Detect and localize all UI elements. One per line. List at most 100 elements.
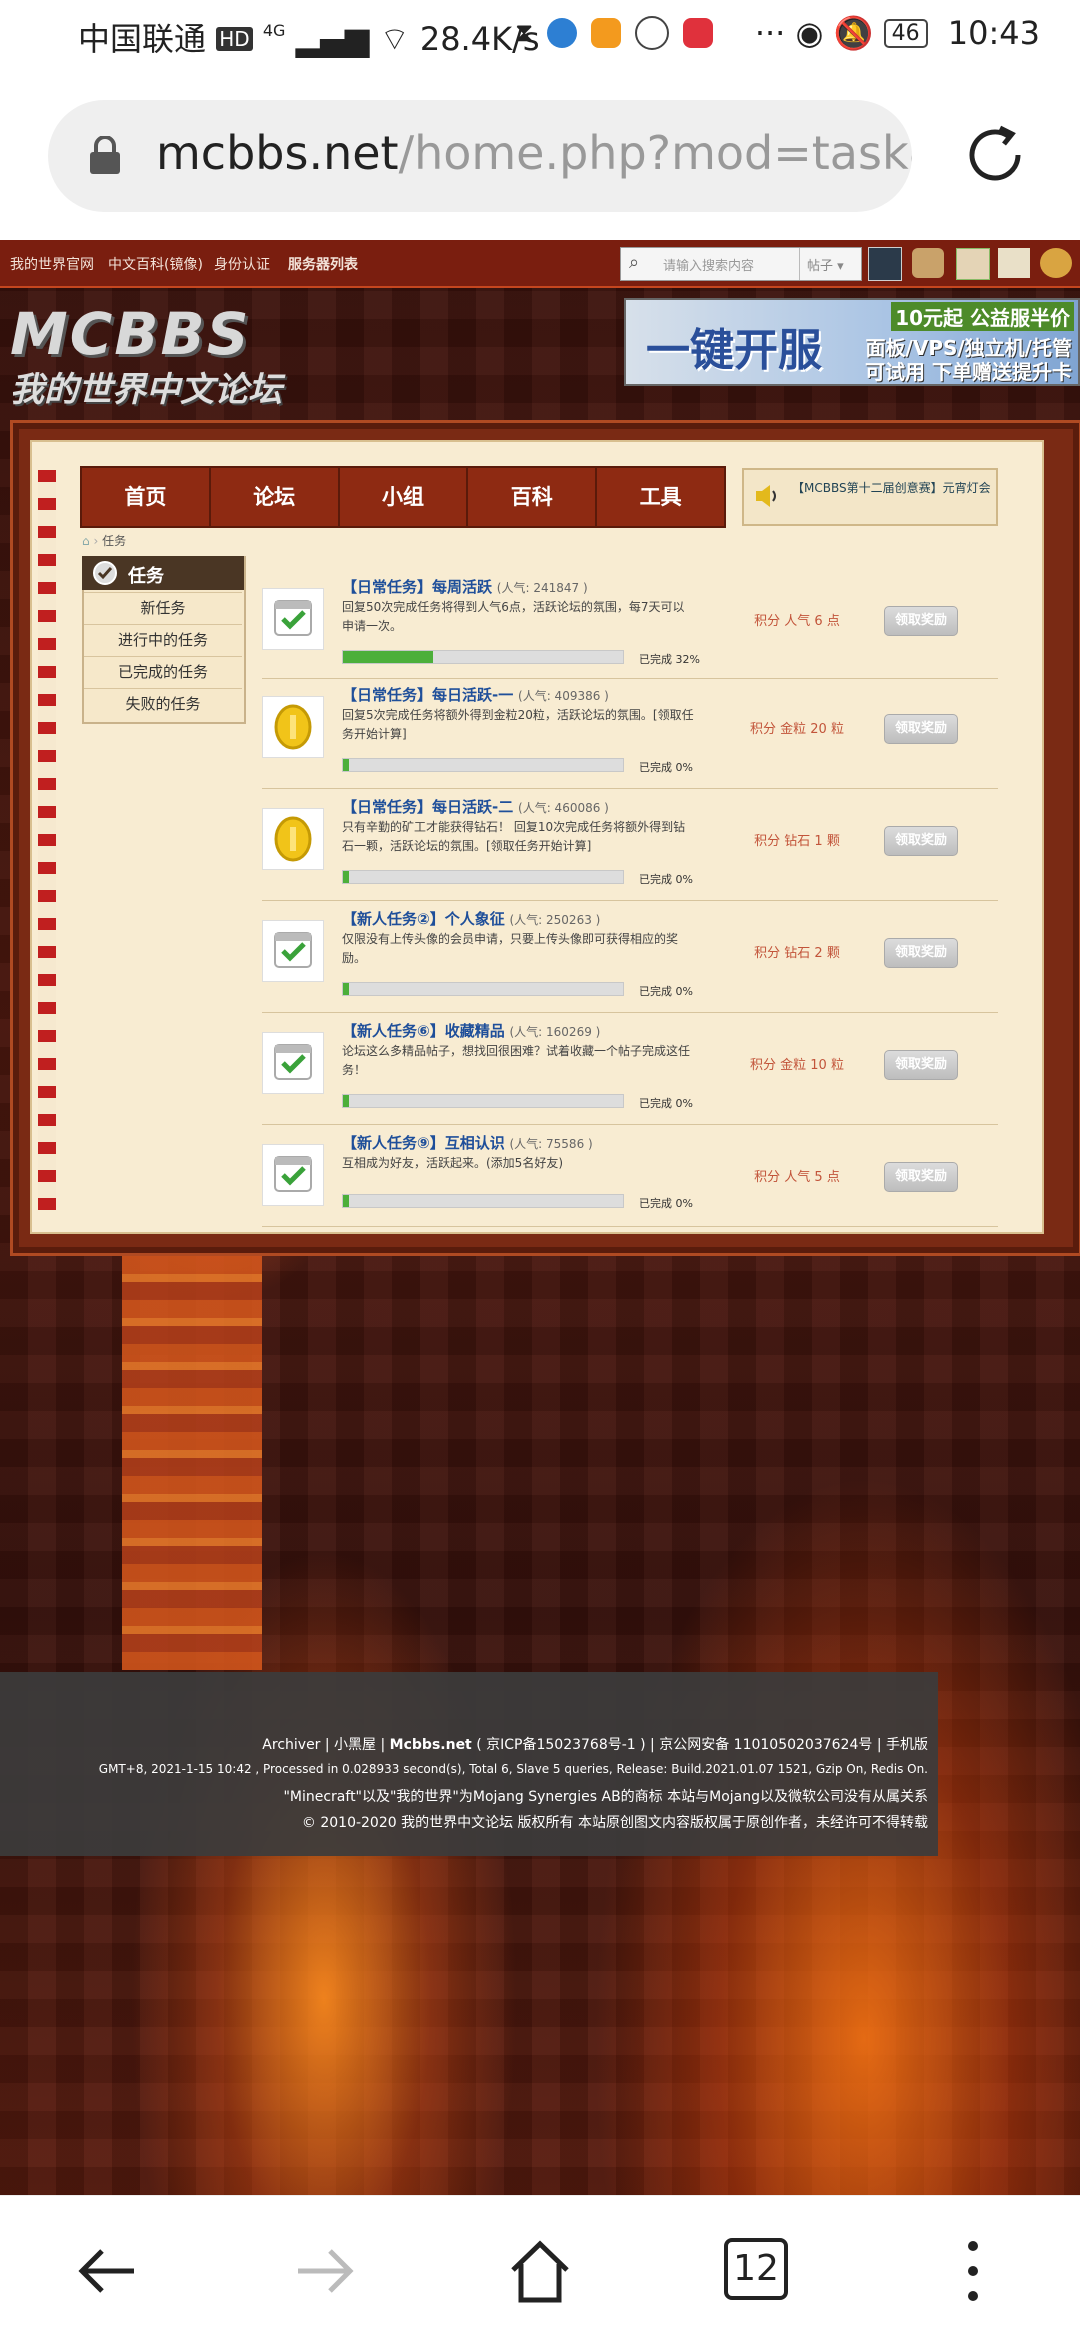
task-reward: 积分 金粒 10 粒 — [750, 1058, 844, 1073]
url-host: mcbbs.net — [156, 126, 399, 180]
task-name[interactable]: 【日常任务】每日活跃-一 — [342, 686, 513, 704]
task-row: 【新人任务②】个人象征 (人气: 250263 ) 仅限没有上传头像的会员申请，… — [262, 908, 998, 1013]
user-avatar[interactable] — [868, 247, 902, 281]
link-identity[interactable]: 身份认证 — [214, 254, 270, 274]
carrier-label: 中国联通 — [78, 20, 207, 58]
footer-site[interactable]: Mcbbs.net — [390, 1737, 472, 1753]
sidebar-item-doing[interactable]: 进行中的任务 — [84, 624, 242, 655]
progress-fill — [343, 983, 349, 995]
home-icon[interactable]: ⌂ — [82, 534, 90, 548]
task-title[interactable]: 【新人任务⑥】收藏精品 (人气: 160269 ) — [342, 1020, 600, 1041]
footer-links[interactable]: Archiver | 小黑屋 | — [262, 1737, 389, 1753]
gold-coin-icon[interactable] — [262, 808, 324, 870]
footer-line3: "Minecraft"以及"我的世界"为Mojang Synergies AB的… — [283, 1789, 928, 1805]
search-scope-select[interactable]: 帖子 ▾ — [807, 255, 844, 274]
task-name[interactable]: 【日常任务】每日活跃-二 — [342, 798, 513, 816]
progress-bar: 已完成 0% — [342, 1094, 693, 1110]
calendar-check-icon[interactable] — [262, 1144, 324, 1206]
clock: 10:43 — [947, 14, 1040, 52]
palette-icon[interactable] — [1040, 248, 1072, 278]
task-name[interactable]: 【新人任务②】个人象征 — [342, 910, 505, 928]
nav-wiki[interactable]: 百科 — [468, 468, 598, 526]
progress-fill — [343, 651, 433, 663]
link-server-list[interactable]: 服务器列表 — [288, 254, 358, 274]
task-title[interactable]: 【日常任务】每周活跃 (人气: 241847 ) — [342, 576, 588, 597]
progress-bar: 已完成 0% — [342, 758, 693, 774]
site-footer: Archiver | 小黑屋 | Mcbbs.net ( 京ICP备150237… — [0, 1672, 938, 1856]
nav-tools[interactable]: 工具 — [597, 468, 724, 526]
claim-reward-button[interactable]: 领取奖励 — [884, 1050, 958, 1080]
sidebar-item-failed[interactable]: 失败的任务 — [84, 688, 242, 719]
reload-icon[interactable] — [960, 120, 1030, 190]
status-bar: 中国联通 HD 4G ▂▄▆ ⌔ 28.4K/s ⧗ ··· ◉ 🔕 46 10… — [0, 0, 1080, 72]
sidebar-title: 任务 — [128, 566, 164, 587]
breadcrumb-current[interactable]: 任务 — [102, 534, 126, 548]
scroll-icon[interactable] — [998, 248, 1030, 278]
sidebar-header: 任务 — [82, 556, 244, 590]
task-title[interactable]: 【新人任务②】个人象征 (人气: 250263 ) — [342, 908, 600, 929]
task-popularity: (人气: 250263 ) — [509, 913, 601, 927]
search-scope-value: 帖子 — [807, 259, 834, 274]
server-ad-banner[interactable]: 一键开服 10元起 公益服半价 面板/VPS/独立机/托管 可试用 下单赠送提升… — [624, 298, 1080, 386]
forward-arrow-icon[interactable] — [290, 2236, 360, 2306]
lava-column — [122, 1250, 262, 1670]
site-logo[interactable]: MCBBS 我的世界中文论坛 — [10, 300, 282, 411]
nav-group[interactable]: 小组 — [340, 468, 469, 526]
nav-home[interactable]: 首页 — [82, 468, 211, 526]
url-path: /home.php?mod=task&i — [398, 126, 912, 180]
task-reward: 积分 金粒 20 粒 — [750, 722, 844, 737]
gold-coin-icon[interactable] — [262, 696, 324, 758]
search-divider — [799, 248, 800, 280]
progress-fill — [343, 1195, 349, 1207]
progress-bar: 已完成 0% — [342, 870, 693, 886]
main-nav: 首页 论坛 小组 百科 工具 — [80, 466, 726, 528]
task-title[interactable]: 【日常任务】每日活跃-二 (人气: 460086 ) — [342, 796, 609, 817]
hand-app-icon — [635, 16, 670, 50]
claim-reward-button[interactable]: 领取奖励 — [884, 606, 958, 636]
task-popularity: (人气: 75586 ) — [509, 1137, 593, 1151]
task-popularity: (人气: 460086 ) — [518, 801, 609, 815]
task-reward: 积分 人气 6 点 — [754, 614, 840, 629]
calendar-check-icon[interactable] — [262, 920, 324, 982]
task-name[interactable]: 【新人任务⑥】收藏精品 — [342, 1022, 505, 1040]
status-right: ··· ◉ 🔕 46 10:43 — [755, 14, 1040, 52]
calendar-check-icon[interactable] — [262, 1032, 324, 1094]
home-icon[interactable] — [505, 2236, 575, 2306]
link-wiki-mirror[interactable]: 中文百科(镜像) — [108, 254, 203, 274]
task-desc: 回复5次完成任务将额外得到金粒20粒，活跃论坛的氛围。[领取任务开始计算] — [342, 708, 694, 741]
net-gen-label: 4G — [262, 21, 286, 40]
cake-icon[interactable] — [912, 248, 944, 278]
address-bar[interactable]: mcbbs.net/home.php?mod=task&i — [48, 100, 912, 212]
footer-icp[interactable]: ( 京ICP备15023768号-1 ) | 京公网安备 11010502037… — [472, 1737, 928, 1753]
banner-main-text: 一键开服 — [646, 325, 822, 376]
link-official-site[interactable]: 我的世界官网 — [10, 254, 94, 274]
claim-reward-button[interactable]: 领取奖励 — [884, 938, 958, 968]
task-title[interactable]: 【新人任务⑨】互相认识 (人气: 75586 ) — [342, 1132, 593, 1153]
claim-reward-button[interactable]: 领取奖励 — [884, 714, 958, 744]
notice-box[interactable]: 【MCBBS第十二届创意赛】元宵灯会 — [742, 468, 998, 526]
nav-forum[interactable]: 论坛 — [211, 468, 340, 526]
notification-icons: ⧗ — [515, 16, 714, 50]
task-title[interactable]: 【日常任务】每日活跃-一 (人气: 409386 ) — [342, 684, 609, 705]
search-input[interactable]: ⌕ 请输入搜索内容 帖子 ▾ — [620, 247, 862, 281]
task-name[interactable]: 【日常任务】每周活跃 — [342, 578, 492, 596]
sidebar-item-new[interactable]: 新任务 — [84, 592, 242, 623]
task-name[interactable]: 【新人任务⑨】互相认识 — [342, 1134, 505, 1152]
search-placeholder: 请输入搜索内容 — [663, 259, 755, 274]
tab-count-button[interactable]: 12 — [724, 2238, 788, 2300]
task-desc: 互相成为好友，活跃起来。(添加5名好友) — [342, 1156, 563, 1170]
back-arrow-icon[interactable] — [72, 2236, 142, 2306]
task-reward: 积分 钻石 2 颗 — [754, 946, 840, 961]
search-icon: ⌕ — [629, 252, 640, 273]
crafting-table-icon[interactable] — [956, 248, 990, 280]
menu-dots-icon[interactable] — [938, 2236, 1008, 2306]
calendar-check-icon[interactable] — [262, 588, 324, 650]
banner-line2: 可试用 下单赠送提升卡 — [865, 360, 1072, 384]
speaker-icon — [756, 485, 776, 507]
sidebar-item-done[interactable]: 已完成的任务 — [84, 656, 242, 687]
task-desc: 论坛这么多精品帖子，想找回很困难？试着收藏一个帖子完成这任务！ — [342, 1044, 691, 1077]
claim-reward-button[interactable]: 领取奖励 — [884, 1162, 958, 1192]
notice-text: 【MCBBS第十二届创意赛】元宵灯会 — [792, 481, 991, 495]
claim-reward-button[interactable]: 领取奖励 — [884, 826, 958, 856]
task-row: 【新人任务⑨】互相认识 (人气: 75586 ) 互相成为好友，活跃起来。(添加… — [262, 1132, 998, 1227]
